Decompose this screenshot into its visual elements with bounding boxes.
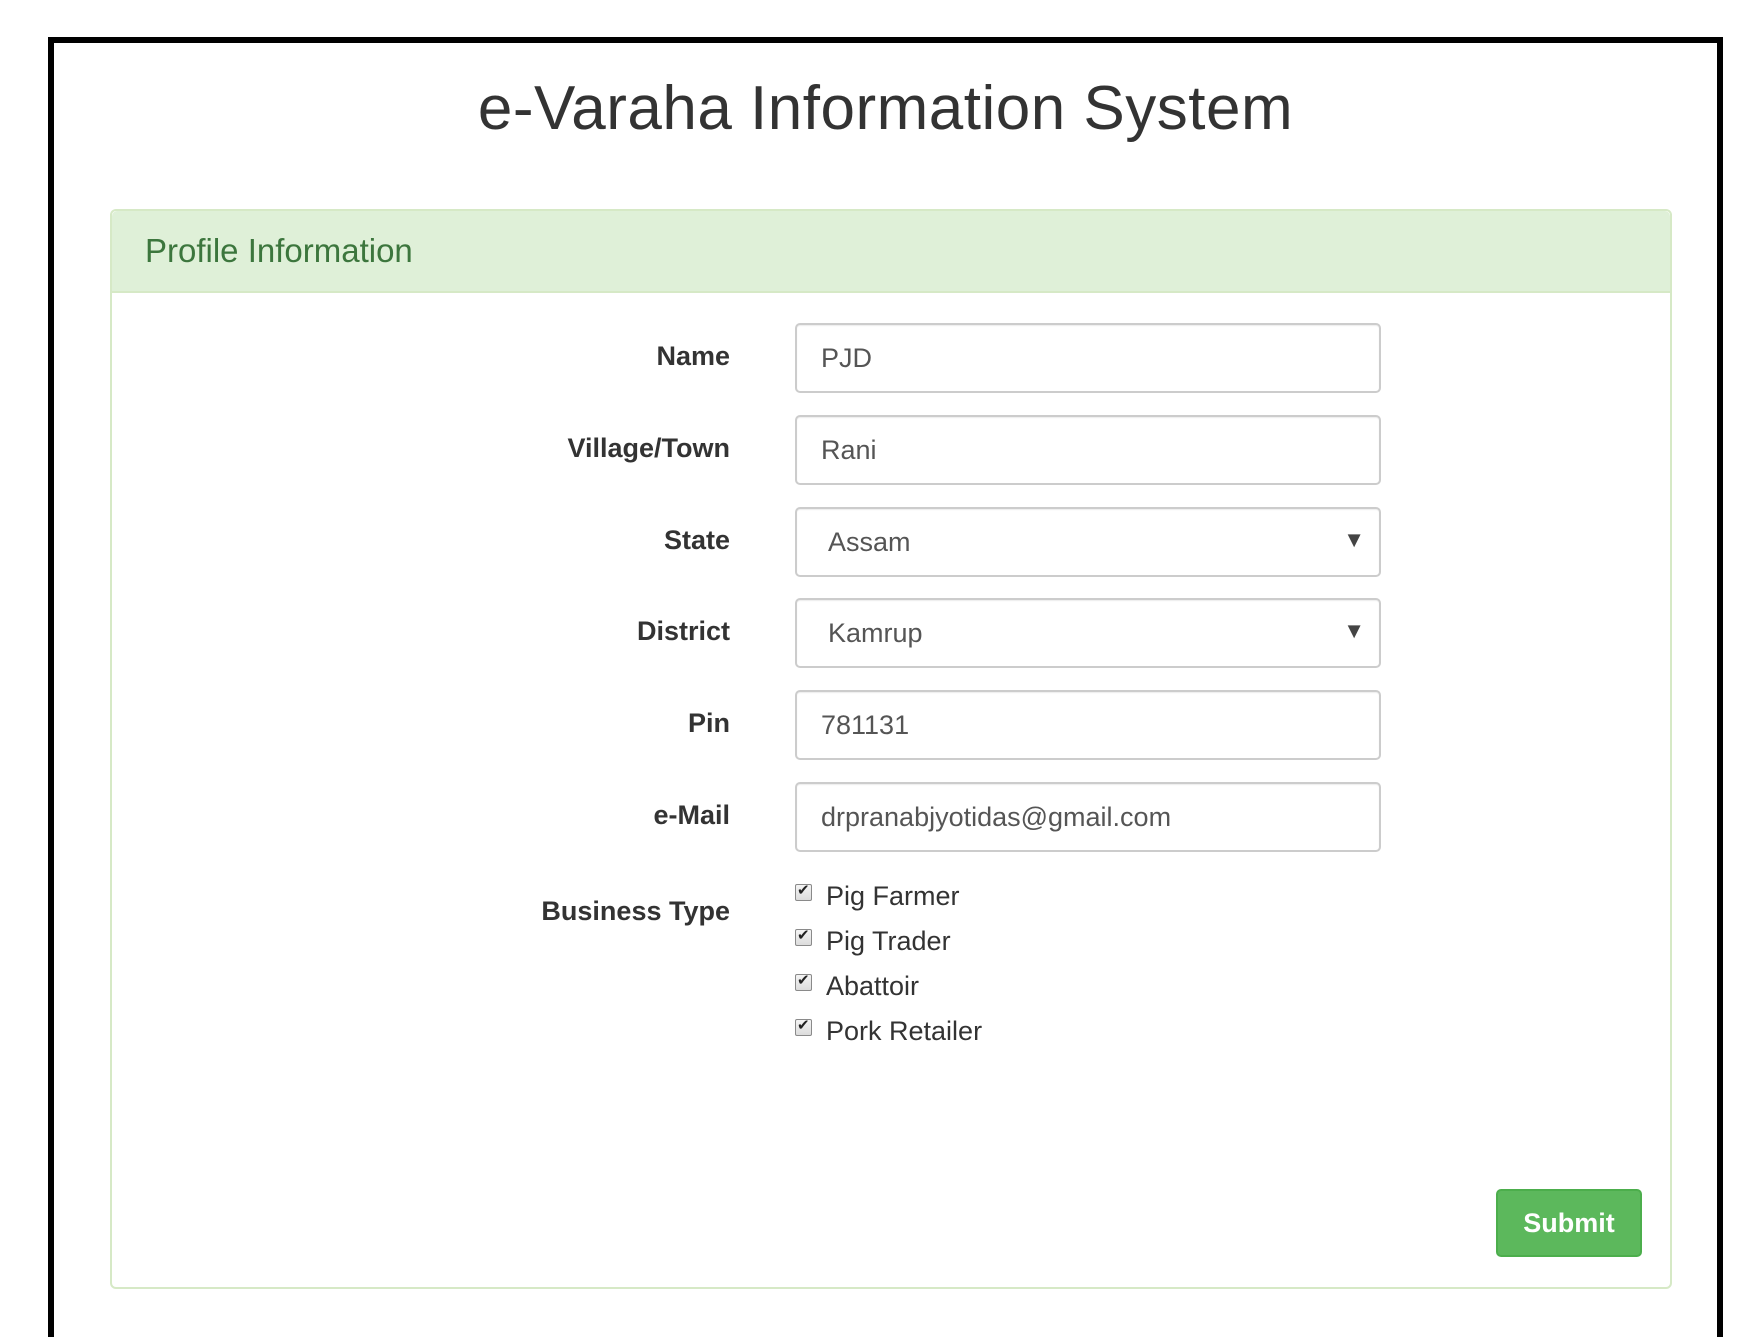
checkbox[interactable]: ✔ xyxy=(795,972,812,991)
checkbox[interactable]: ✔ xyxy=(795,927,812,946)
checkbox-pork-retailer[interactable]: ✔ Pork Retailer xyxy=(795,1009,982,1054)
district-label: District xyxy=(636,616,730,646)
checkbox[interactable]: ✔ xyxy=(795,882,812,901)
check-icon: ✔ xyxy=(797,927,810,944)
district-selected-value: Kamrup xyxy=(828,617,923,648)
business-type-checklist: ✔ Pig Farmer ✔ Pig Trader ✔ Abattoir ✔ P… xyxy=(795,874,982,1054)
village-input[interactable] xyxy=(795,415,1381,485)
caret-down-icon: ▼ xyxy=(1343,527,1365,552)
state-row: State Assam ▼ xyxy=(112,507,1670,579)
village-label: Village/Town xyxy=(567,433,730,463)
checkbox-abattoir[interactable]: ✔ Abattoir xyxy=(795,964,982,1009)
name-input[interactable] xyxy=(795,323,1381,393)
email-input[interactable] xyxy=(795,782,1381,852)
email-row: e-Mail xyxy=(112,782,1670,854)
checkbox-label: Pig Farmer xyxy=(826,881,960,911)
check-icon: ✔ xyxy=(797,972,810,989)
state-selected-value: Assam xyxy=(828,526,911,557)
checkbox-label: Pork Retailer xyxy=(826,1016,983,1046)
check-icon: ✔ xyxy=(797,882,810,899)
pin-input[interactable] xyxy=(795,690,1381,760)
business-type-row: Business Type ✔ Pig Farmer ✔ Pig Trader … xyxy=(112,874,1670,1074)
state-label: State xyxy=(663,525,730,555)
checkbox-pig-trader[interactable]: ✔ Pig Trader xyxy=(795,919,982,964)
checkbox-label: Abattoir xyxy=(826,971,920,1001)
village-row: Village/Town xyxy=(112,415,1670,487)
name-label: Name xyxy=(656,341,730,371)
panel-heading-text: Profile Information xyxy=(145,232,413,269)
check-icon: ✔ xyxy=(797,1017,810,1034)
submit-button[interactable]: Submit xyxy=(1496,1189,1642,1257)
checkbox-pig-farmer[interactable]: ✔ Pig Farmer xyxy=(795,874,982,919)
checkbox[interactable]: ✔ xyxy=(795,1017,812,1036)
district-row: District Kamrup ▼ xyxy=(112,598,1670,670)
pin-row: Pin xyxy=(112,690,1670,762)
state-select[interactable]: Assam ▼ xyxy=(795,507,1381,577)
pin-label: Pin xyxy=(687,708,730,738)
district-select[interactable]: Kamrup ▼ xyxy=(795,598,1381,668)
profile-panel: Profile Information Name Village/Town St… xyxy=(110,209,1672,1289)
window-frame: e-Varaha Information System Profile Info… xyxy=(48,37,1723,1337)
page-title: e-Varaha Information System xyxy=(477,74,1294,143)
name-row: Name xyxy=(112,323,1670,395)
caret-down-icon: ▼ xyxy=(1343,618,1365,643)
checkbox-label: Pig Trader xyxy=(826,926,951,956)
panel-heading: Profile Information xyxy=(112,211,1670,293)
business-type-label: Business Type xyxy=(541,896,730,926)
email-label: e-Mail xyxy=(653,800,730,830)
